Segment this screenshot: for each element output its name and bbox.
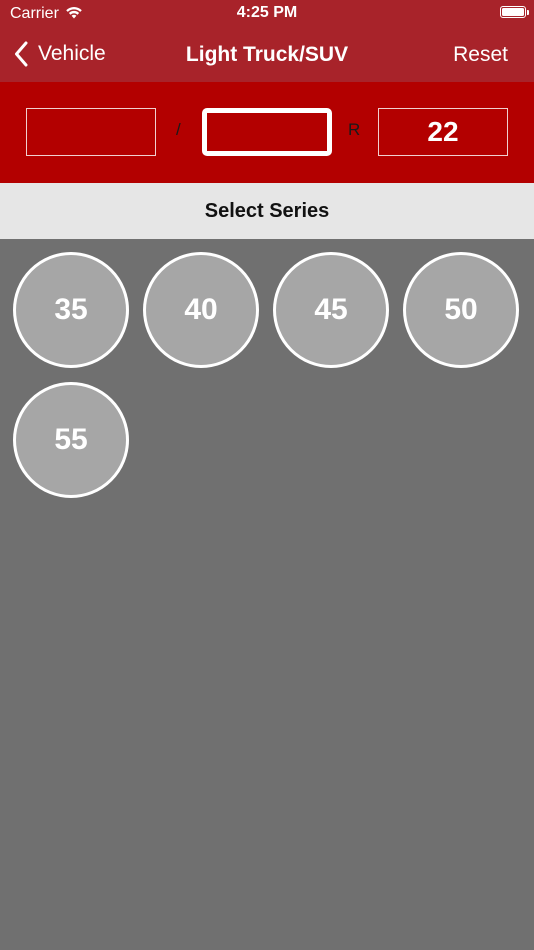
rim-prefix: R [348, 120, 361, 139]
top-bar: Carrier 4:25 PM Vehicle Light Truck/SUV … [0, 0, 534, 82]
section-header: Select Series [0, 183, 534, 239]
tire-size-bar: / R 22 [0, 82, 534, 183]
status-bar: Carrier 4:25 PM [0, 0, 534, 28]
width-field[interactable] [26, 108, 156, 156]
series-option-35[interactable]: 35 [13, 252, 129, 368]
battery-icon [500, 6, 529, 18]
series-option-40[interactable]: 40 [143, 252, 259, 368]
navigation-bar: Vehicle Light Truck/SUV Reset [0, 32, 534, 78]
rim-field[interactable]: 22 [378, 108, 508, 156]
series-options: 35 40 45 50 55 [13, 252, 533, 498]
series-option-50[interactable]: 50 [403, 252, 519, 368]
reset-button[interactable]: Reset [453, 43, 508, 67]
series-field[interactable] [202, 108, 332, 156]
clock: 4:25 PM [236, 4, 298, 21]
series-option-45[interactable]: 45 [273, 252, 389, 368]
slash-separator: / [176, 120, 181, 139]
series-option-55[interactable]: 55 [13, 382, 129, 498]
